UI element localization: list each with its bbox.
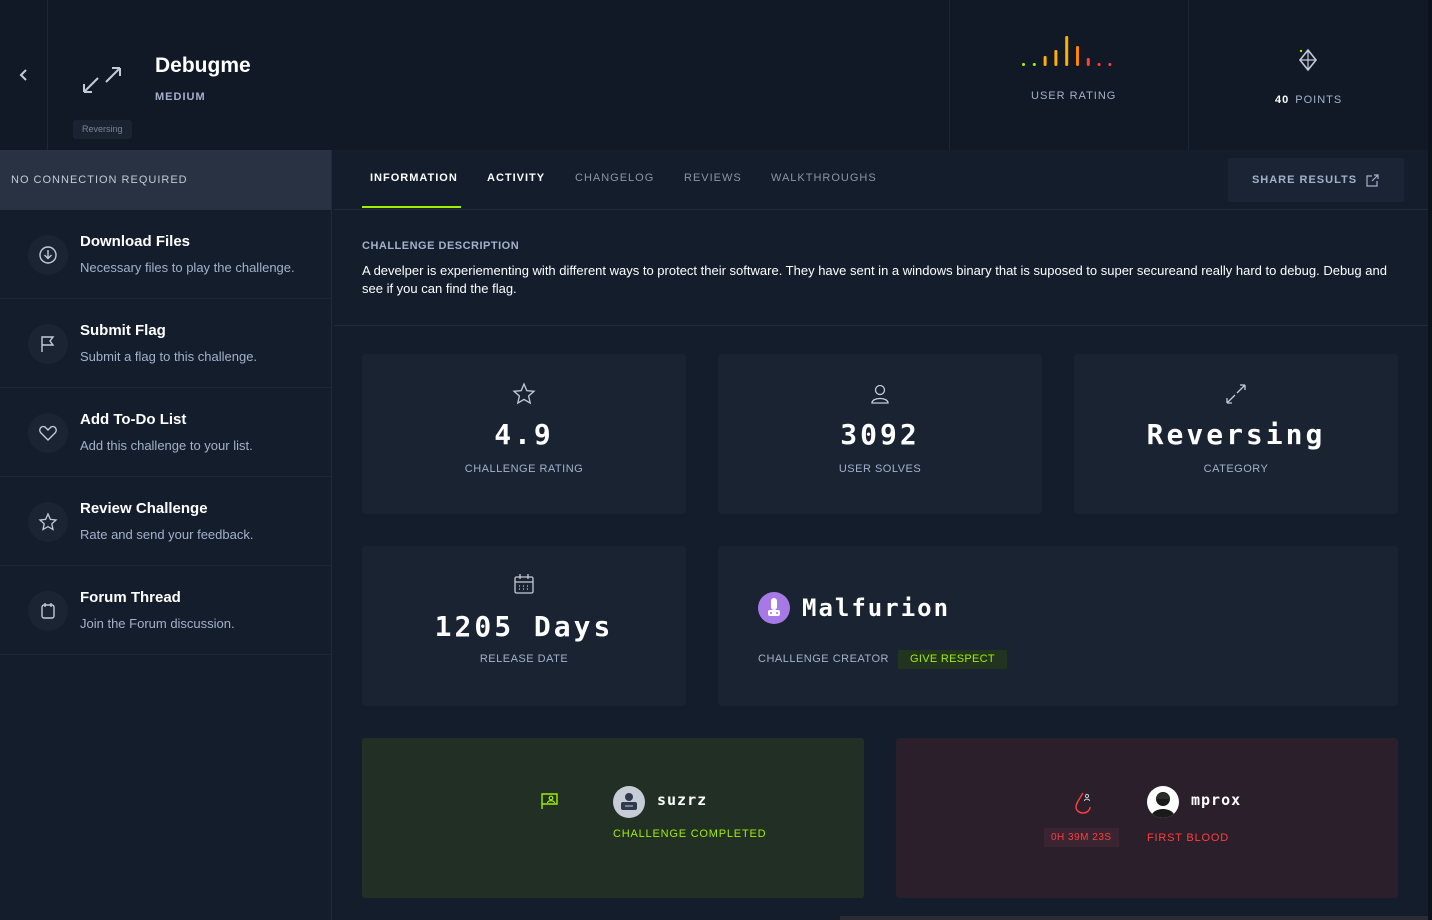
user-avatar[interactable]	[613, 786, 645, 818]
points-value: 40	[1275, 94, 1290, 106]
category-value: Reversing	[1146, 418, 1326, 451]
reversing-arrows-icon	[83, 67, 121, 93]
give-respect-button[interactable]: GIVE RESPECT	[898, 650, 1007, 669]
user-avatar[interactable]	[1147, 786, 1179, 818]
reversing-arrows-icon	[1226, 384, 1246, 404]
rating-bar	[1054, 50, 1058, 66]
sidebar-item-title: Add To-Do List	[80, 411, 187, 428]
user-rating-label: USER RATING	[1031, 90, 1117, 102]
heart-icon	[28, 413, 68, 453]
tab-reviews[interactable]: REVIEWS	[684, 172, 742, 184]
tab-bar: INFORMATION ACTIVITY CHANGELOG REVIEWS W…	[334, 150, 1428, 210]
challenge-creator-card: Malfurion CHALLENGE CREATOR GIVE RESPECT	[718, 546, 1398, 706]
sidebar: NO CONNECTION REQUIRED Download Files Ne…	[0, 150, 332, 920]
header-divider	[1188, 0, 1189, 150]
first-blood-username[interactable]: mprox	[1191, 791, 1241, 809]
back-button[interactable]	[0, 0, 48, 150]
description-text: A develper is experiementing with differ…	[362, 263, 1387, 296]
rating-bar	[1043, 56, 1047, 66]
scrollbar[interactable]	[1428, 0, 1432, 920]
challenge-completed-label: CHALLENGE COMPLETED	[613, 828, 767, 840]
sidebar-item-subtitle: Join the Forum discussion.	[80, 616, 235, 631]
sidebar-item-download-files[interactable]: Download Files Necessary files to play t…	[0, 210, 331, 299]
creator-avatar[interactable]	[758, 592, 790, 624]
category-card: Reversing CATEGORY	[1074, 354, 1398, 514]
page-title: Debugme	[155, 54, 251, 77]
sidebar-item-title: Forum Thread	[80, 589, 181, 606]
sidebar-item-subtitle: Add this challenge to your list.	[80, 438, 253, 453]
challenge-header: Reversing Debugme MEDIUM USER RATING 40 P…	[0, 0, 1428, 150]
sidebar-item-title: Submit Flag	[80, 322, 166, 339]
user-rating-bars	[1022, 36, 1112, 66]
description-heading: CHALLENGE DESCRIPTION	[362, 240, 520, 252]
blood-drop-icon	[1075, 792, 1091, 814]
sidebar-item-title: Review Challenge	[80, 500, 208, 517]
creator-label: CHALLENGE CREATOR	[758, 653, 889, 665]
first-blood-label: FIRST BLOOD	[1147, 832, 1229, 844]
release-date-card: 1205 Days RELEASE DATE	[362, 546, 686, 706]
challenge-rating-card: 4.9 CHALLENGE RATING	[362, 354, 686, 514]
page-footer-edge	[840, 916, 1428, 920]
rating-bar	[1108, 63, 1112, 66]
points-label: POINTS	[1295, 94, 1343, 106]
tab-changelog[interactable]: CHANGELOG	[575, 172, 654, 184]
calendar-icon	[514, 574, 534, 594]
star-icon	[512, 382, 536, 405]
category-label: CATEGORY	[1203, 463, 1269, 475]
external-link-icon	[1366, 173, 1379, 187]
header-divider	[949, 0, 950, 150]
active-tab-indicator	[362, 206, 461, 208]
creator-name[interactable]: Malfurion	[802, 594, 950, 622]
sidebar-item-subtitle: Rate and send your feedback.	[80, 527, 254, 542]
rating-bar	[1086, 58, 1090, 66]
tab-walkthroughs[interactable]: WALKTHROUGHS	[771, 172, 877, 184]
sidebar-item-review-challenge[interactable]: Review Challenge Rate and send your feed…	[0, 477, 331, 566]
chevron-left-icon	[19, 69, 27, 81]
sidebar-item-subtitle: Submit a flag to this challenge.	[80, 349, 258, 364]
challenge-rating-value: 4.9	[494, 418, 554, 451]
flag-user-icon	[541, 793, 558, 809]
download-icon	[28, 235, 68, 275]
user-solves-card: 3092 USER SOLVES	[718, 354, 1042, 514]
share-results-label: SHARE RESULTS	[1251, 174, 1358, 186]
rating-bar	[1065, 36, 1069, 66]
share-results-button[interactable]: SHARE RESULTS	[1228, 158, 1404, 202]
first-blood-time: 0H 39M 23S	[1044, 828, 1119, 847]
rating-bar	[1097, 63, 1101, 66]
completed-username[interactable]: suzrz	[657, 791, 707, 809]
tab-information[interactable]: INFORMATION	[370, 172, 458, 184]
rating-bar	[1022, 63, 1025, 66]
challenge-rating-label: CHALLENGE RATING	[464, 463, 584, 475]
points-display: 40 POINTS	[1275, 94, 1342, 106]
first-blood-card: 0H 39M 23S mprox FIRST BLOOD	[896, 738, 1398, 898]
rating-bar	[1032, 63, 1036, 66]
user-solves-label: USER SOLVES	[838, 463, 922, 475]
challenge-completed-card: suzrz CHALLENGE COMPLETED	[362, 738, 864, 898]
difficulty-label: MEDIUM	[155, 91, 206, 103]
user-icon	[871, 384, 889, 404]
sidebar-item-forum-thread[interactable]: Forum Thread Join the Forum discussion.	[0, 566, 331, 655]
sidebar-item-subtitle: Necessary files to play the challenge.	[80, 260, 295, 275]
rating-bar	[1076, 46, 1079, 66]
sidebar-item-title: Download Files	[80, 233, 191, 250]
category-tag: Reversing	[73, 120, 132, 139]
points-gem-icon	[1298, 48, 1318, 72]
tab-activity[interactable]: ACTIVITY	[487, 172, 545, 184]
sidebar-item-submit-flag[interactable]: Submit Flag Submit a flag to this challe…	[0, 299, 331, 388]
sidebar-item-add-todo[interactable]: Add To-Do List Add this challenge to you…	[0, 388, 331, 477]
release-date-label: RELEASE DATE	[479, 653, 569, 665]
forum-icon	[28, 591, 68, 631]
connection-status: NO CONNECTION REQUIRED	[0, 150, 331, 210]
star-icon	[28, 502, 68, 542]
release-date-value: 1205 Days	[434, 610, 614, 643]
flag-icon	[28, 324, 68, 364]
user-solves-value: 3092	[840, 418, 920, 451]
section-divider	[334, 325, 1428, 326]
